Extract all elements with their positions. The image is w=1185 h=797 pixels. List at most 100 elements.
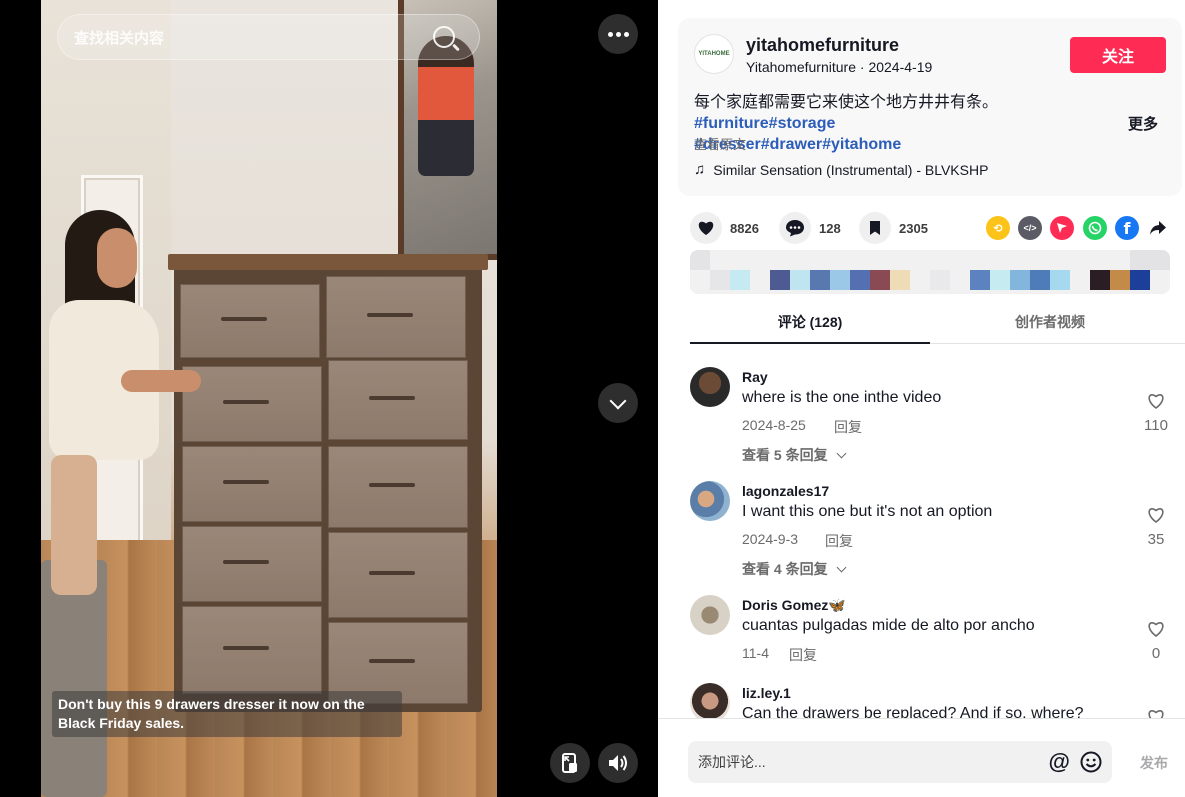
volume-icon — [609, 755, 627, 771]
avatar[interactable] — [690, 367, 730, 407]
ellipsis-icon — [607, 31, 629, 37]
more-options-button[interactable] — [598, 14, 638, 54]
music-title[interactable]: Similar Sensation (Instrumental) - BLVKS… — [713, 162, 988, 178]
comment-date: 2024-8-25 — [742, 417, 806, 433]
search-icon[interactable] — [433, 26, 455, 48]
action-bar: 8826 128 2305 ⟲ </> f — [690, 212, 1180, 244]
comment-text: Can the drawers be replaced? And if so, … — [742, 705, 1084, 718]
post-button[interactable]: 发布 — [1140, 753, 1168, 773]
comment-like[interactable]: 110 — [1140, 391, 1172, 434]
comment-tabs: 评论 (128) 创作者视频 — [690, 300, 1185, 344]
description-text: 每个家庭都需要它来使这个地方井井有条。 — [694, 94, 999, 111]
heart-outline-icon[interactable] — [1146, 619, 1166, 639]
video-caption: Don't buy this 9 drawers dresser it now … — [52, 691, 402, 737]
author-username[interactable]: yitahomefurniture — [746, 35, 899, 56]
copy-link-bar[interactable] — [690, 250, 1170, 294]
heart-outline-icon[interactable] — [1146, 505, 1166, 525]
hashtag-link[interactable]: #furniture — [694, 115, 769, 132]
comment-count: 128 — [819, 220, 841, 236]
comment-author[interactable]: Doris Gomez🦋 — [742, 597, 846, 614]
music-note-icon: ♫ — [694, 161, 706, 178]
embed-icon[interactable]: </> — [1018, 216, 1042, 240]
heart-icon[interactable] — [690, 212, 722, 244]
comment-date: 11-4 — [742, 645, 769, 661]
expand-description-button[interactable]: 更多 — [1128, 113, 1158, 134]
comment-text: where is the one inthe video — [742, 389, 942, 406]
comment-like-count: 0 — [1151, 645, 1161, 662]
send-icon[interactable] — [1050, 216, 1074, 240]
like-count: 8826 — [730, 220, 759, 236]
author-avatar[interactable]: YITAHOME — [694, 34, 734, 74]
heart-outline-icon[interactable] — [1146, 391, 1166, 411]
comment-like[interactable]: 35 — [1140, 505, 1172, 548]
view-replies-button[interactable]: 查看 4 条回复 — [742, 559, 847, 579]
video-description: 每个家庭都需要它来使这个地方井井有条。 #furniture#storage #dr… — [694, 92, 1134, 155]
repost-icon[interactable]: ⟲ — [986, 216, 1010, 240]
heart-outline-icon[interactable] — [1146, 707, 1166, 718]
comment-list[interactable]: Ray where is the one inthe video 2024-8-… — [658, 345, 1185, 718]
facebook-icon[interactable]: f — [1115, 216, 1139, 240]
video-player[interactable]: 查找相关内容 Don't buy this 9 drawers dresser … — [0, 0, 658, 797]
comment-text: cuantas pulgadas mide de alto por ancho — [742, 617, 1035, 634]
reply-button[interactable]: 回复 — [834, 417, 862, 437]
comment-author[interactable]: lagonzales17 — [742, 483, 829, 499]
view-original-link[interactable]: 查看原文 — [694, 134, 746, 153]
pip-icon — [562, 753, 577, 773]
author-nickname[interactable]: Yitahomefurniture — [746, 59, 856, 75]
author-meta: Yitahomefurniture · 2024-4-19 — [746, 59, 932, 75]
comment-input[interactable] — [698, 754, 1049, 770]
hashtag-link[interactable]: #storage — [769, 115, 836, 132]
search-bar[interactable]: 查找相关内容 — [57, 14, 480, 60]
post-date: 2024-4-19 — [868, 59, 933, 75]
comment-icon[interactable] — [779, 212, 811, 244]
comment-action[interactable]: 128 — [779, 212, 841, 244]
comment-item: lagonzales17 I want this one but it's no… — [690, 481, 1170, 591]
comment-input-box[interactable]: @ — [688, 741, 1112, 783]
mention-icon[interactable]: @ — [1049, 749, 1070, 775]
emoji-icon[interactable] — [1080, 751, 1102, 773]
share-arrow-icon[interactable] — [1146, 216, 1170, 240]
search-placeholder[interactable]: 查找相关内容 — [74, 27, 433, 48]
comment-like-count: 110 — [1144, 417, 1168, 434]
comment-like[interactable]: 0 — [1140, 619, 1172, 662]
app-root: 查找相关内容 Don't buy this 9 drawers dresser … — [0, 0, 1185, 797]
comment-composer: @ 发布 — [658, 718, 1185, 797]
follow-button[interactable]: 关注 — [1070, 37, 1166, 73]
picture-in-picture-button[interactable] — [550, 743, 590, 783]
comment-item: Ray where is the one inthe video 2024-8-… — [690, 367, 1170, 477]
comment-like[interactable] — [1140, 707, 1172, 718]
tab-comments[interactable]: 评论 (128) — [690, 300, 930, 344]
avatar[interactable] — [690, 683, 730, 718]
video-info-card: YITAHOME yitahomefurniture Yitahomefurni… — [678, 18, 1182, 196]
comment-item: Doris Gomez🦋 cuantas pulgadas mide de al… — [690, 595, 1170, 675]
hashtag-link[interactable]: #drawer — [761, 136, 822, 153]
next-video-button[interactable] — [598, 383, 638, 423]
video-dresser — [168, 254, 488, 712]
video-person — [41, 210, 201, 595]
chevron-down-icon — [609, 392, 627, 409]
comment-date: 2024-9-3 — [742, 531, 799, 547]
comment-author[interactable]: Ray — [742, 369, 768, 385]
view-replies-button[interactable]: 查看 5 条回复 — [742, 445, 847, 465]
hashtag-link[interactable]: #yitahome — [822, 136, 901, 153]
like-action[interactable]: 8826 — [690, 212, 759, 244]
comment-item: liz.ley.1 Can the drawers be replaced? A… — [690, 683, 1170, 718]
comment-like-count: 35 — [1147, 531, 1165, 548]
video-couch — [41, 560, 107, 797]
whatsapp-icon[interactable] — [1083, 216, 1107, 240]
music-link[interactable]: ♫ Similar Sensation (Instrumental) - BLV… — [694, 161, 988, 178]
video-frame[interactable] — [41, 0, 497, 797]
chevron-down-icon — [836, 562, 847, 572]
avatar[interactable] — [690, 481, 730, 521]
favorite-count: 2305 — [899, 220, 928, 236]
comment-text: I want this one but it's not an option — [742, 503, 993, 520]
volume-button[interactable] — [598, 743, 638, 783]
comment-author[interactable]: liz.ley.1 — [742, 685, 791, 701]
reply-button[interactable]: 回复 — [789, 645, 817, 665]
reply-button[interactable]: 回复 — [825, 531, 853, 551]
avatar[interactable] — [690, 595, 730, 635]
bookmark-icon[interactable] — [859, 212, 891, 244]
tab-creator-videos[interactable]: 创作者视频 — [930, 300, 1170, 343]
meta-separator: · — [855, 59, 869, 75]
favorite-action[interactable]: 2305 — [859, 212, 928, 244]
